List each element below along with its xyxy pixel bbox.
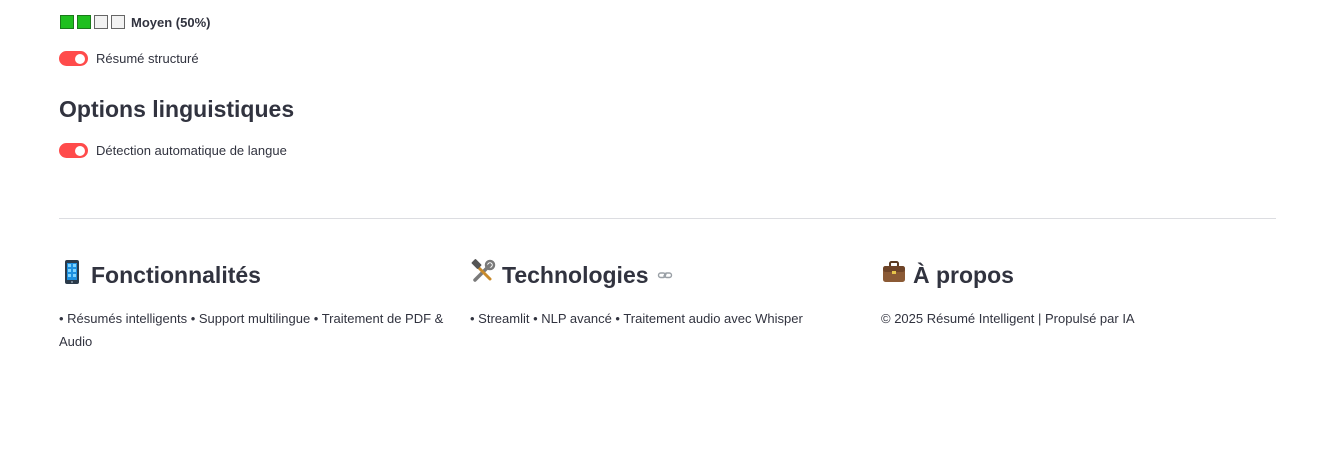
mobile-phone-icon (59, 259, 85, 291)
language-detection-label: Détection automatique de langue (96, 143, 287, 158)
structured-summary-toggle[interactable] (59, 51, 88, 66)
quality-level-indicator: Moyen (50%) (60, 13, 210, 31)
toggle-structured-summary-row: Résumé structuré (59, 51, 199, 66)
technologies-title: Technologies (502, 261, 649, 288)
toggle-knob (75, 53, 85, 64)
level-label: Moyen (50%) (131, 14, 211, 30)
language-detection-toggle[interactable] (59, 143, 88, 158)
level-square-empty (94, 15, 108, 29)
footer-features: Fonctionnalités • Résumés intelligents •… (59, 258, 459, 353)
toggle-knob (75, 145, 85, 156)
link-icon[interactable] (655, 262, 673, 289)
footer-about: À propos © 2025 Résumé Intelligent | Pro… (881, 258, 1281, 330)
footer-divider (59, 218, 1276, 219)
features-title: Fonctionnalités (91, 261, 261, 288)
technologies-heading: Technologies (470, 258, 870, 292)
about-title: À propos (913, 261, 1014, 288)
level-square-filled (60, 15, 74, 29)
technologies-text: • Streamlit • NLP avancé • Traitement au… (470, 311, 803, 326)
features-heading: Fonctionnalités (59, 258, 459, 292)
level-square-filled (77, 15, 91, 29)
level-square-empty (111, 15, 125, 29)
footer-technologies: Technologies • Streamlit • NLP avancé • … (470, 258, 870, 330)
language-options-title: Options linguistiques (59, 96, 295, 122)
about-heading: À propos (881, 258, 1281, 292)
structured-summary-label: Résumé structuré (96, 51, 199, 66)
hammer-wrench-icon (470, 259, 496, 291)
toggle-language-detection-row: Détection automatique de langue (59, 143, 287, 158)
briefcase-icon (881, 259, 907, 291)
page: Moyen (50%) Résumé structuré Options lin… (0, 0, 1342, 455)
features-text: • Résumés intelligents • Support multili… (59, 311, 444, 349)
about-text: © 2025 Résumé Intelligent | Propulsé par… (881, 311, 1135, 326)
